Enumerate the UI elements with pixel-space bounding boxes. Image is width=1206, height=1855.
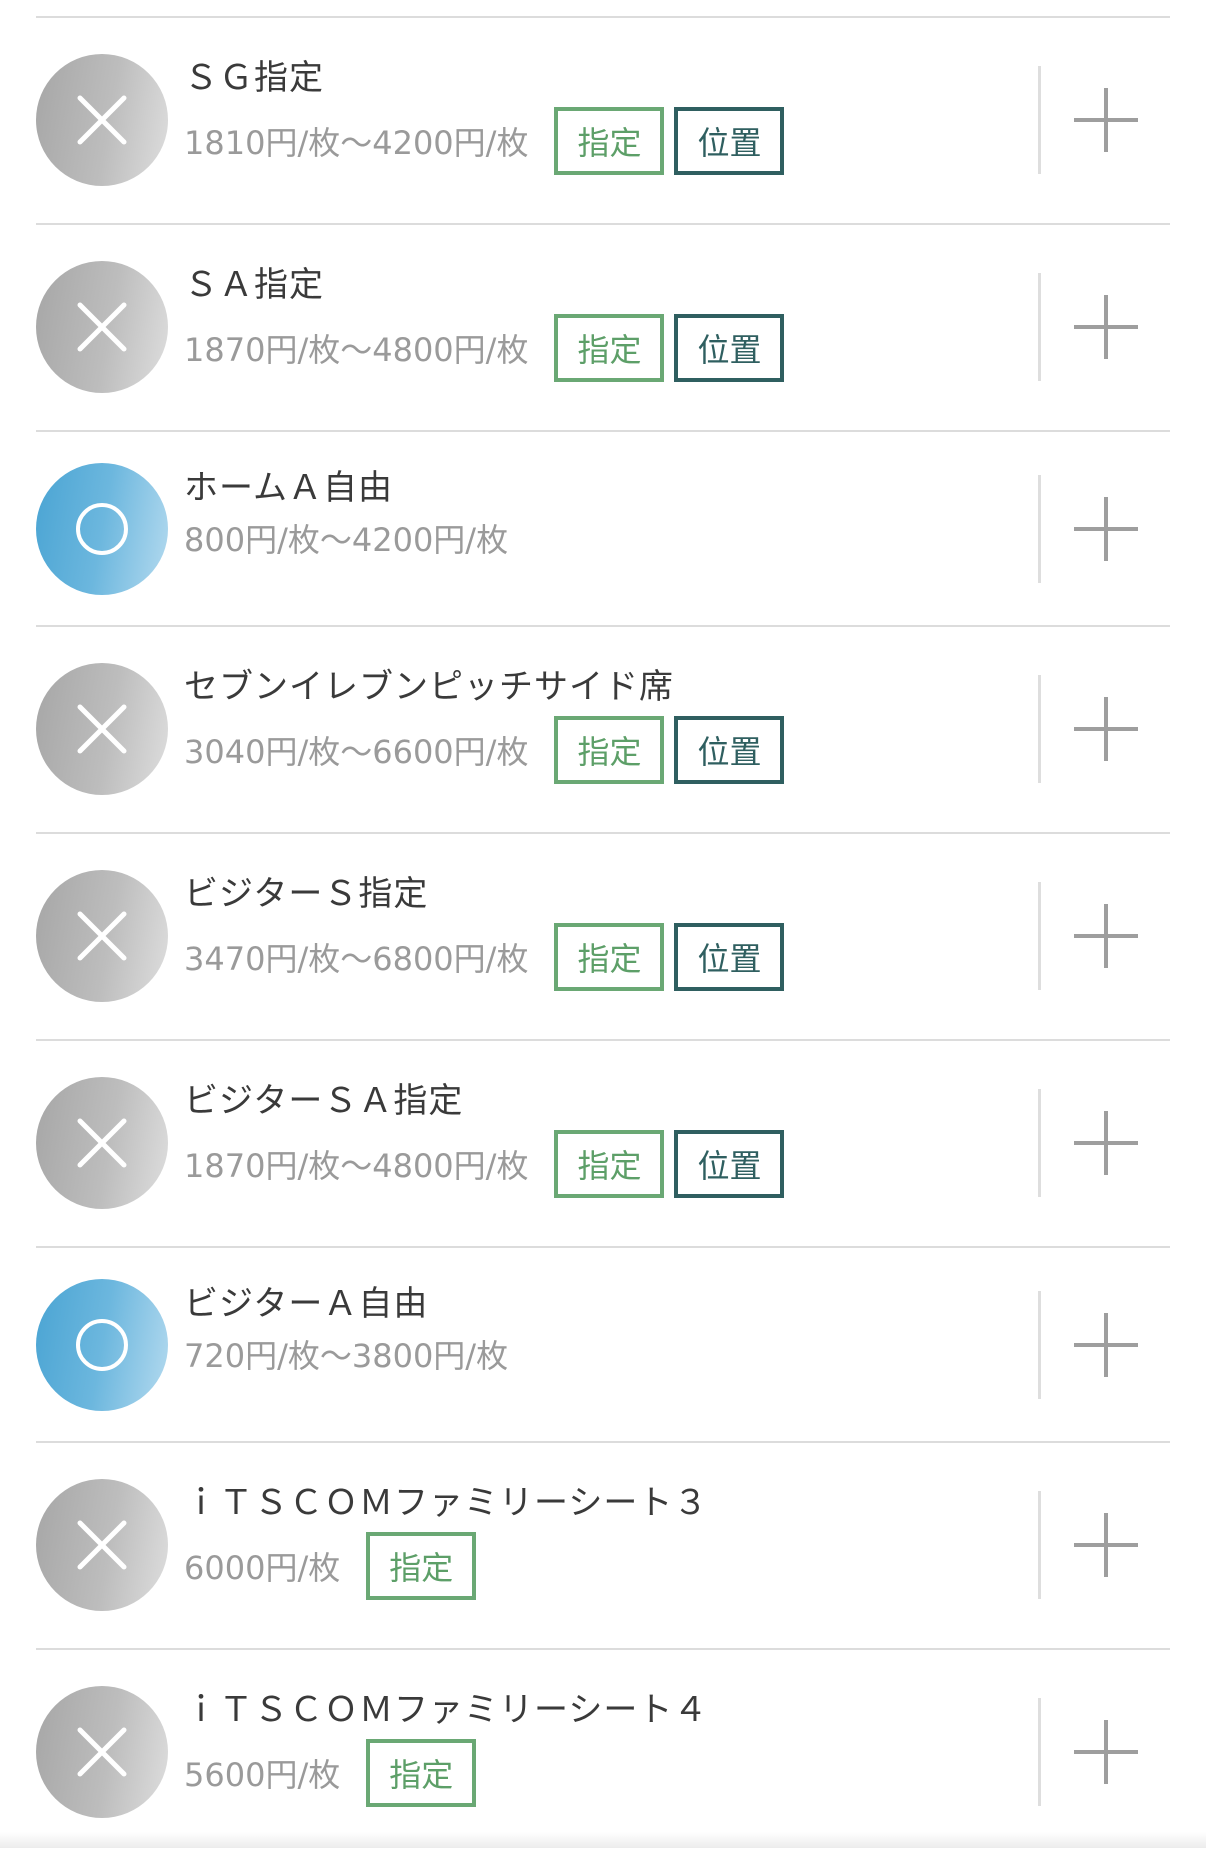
circle-icon [76,503,128,555]
price-range: 5600円/枚 [184,1756,341,1794]
price-line: 1810円/枚〜4200円/枚 指定 位置 [184,107,794,175]
add-ticket-button[interactable] [1072,1311,1140,1379]
price-range: 3470円/枚〜6800円/枚 [184,940,529,978]
row-divider [1038,675,1041,783]
seat-name: ビジターＳＡ指定 [184,1081,464,1121]
row-divider [1038,1698,1041,1806]
price-line: 6000円/枚 指定 [184,1532,486,1600]
row-divider [1038,1089,1041,1197]
reserved-seat-tag[interactable]: 指定 [554,923,665,991]
seat-position-button[interactable]: 位置 [674,107,785,175]
price-line: 3040円/枚〜6600円/枚 指定 位置 [184,716,794,784]
price-range: 800円/枚〜4200円/枚 [184,521,509,559]
seat-name: ビジターＳ指定 [184,874,429,914]
sold-out-status [36,870,168,1002]
sold-out-status [36,1077,168,1209]
row-divider [1038,273,1041,381]
price-line: 3470円/枚〜6800円/枚 指定 位置 [184,923,794,991]
price-range: 6000円/枚 [184,1549,341,1587]
cross-icon [77,1727,127,1777]
cross-icon [77,302,127,352]
seat-name: ｉＴＳＣＯＭファミリーシート３ [184,1483,709,1523]
sold-out-status [36,1686,168,1818]
circle-icon [76,1319,128,1371]
sold-out-status [36,261,168,393]
seat-name: ＳＧ指定 [184,58,324,98]
cross-icon [77,1520,127,1570]
seat-row: ＳＧ指定 1810円/枚〜4200円/枚 指定 位置 [36,16,1170,223]
seat-row: ビジターＡ自由 720円/枚〜3800円/枚 [36,1246,1170,1441]
seat-row: ビジターＳ指定 3470円/枚〜6800円/枚 指定 位置 [36,832,1170,1039]
add-ticket-button[interactable] [1072,1109,1140,1177]
plus-icon [1074,497,1138,561]
seat-row: ｉＴＳＣＯＭファミリーシート４ 5600円/枚 指定 [36,1648,1170,1855]
seat-position-button[interactable]: 位置 [674,716,785,784]
seat-row: ｉＴＳＣＯＭファミリーシート３ 6000円/枚 指定 [36,1441,1170,1648]
plus-icon [1074,295,1138,359]
seat-position-button[interactable]: 位置 [674,923,785,991]
seat-list: ＳＧ指定 1810円/枚〜4200円/枚 指定 位置 ＳＡ指定 1870円/枚〜4800円… [36,16,1170,1855]
plus-icon [1074,697,1138,761]
seat-row: ＳＡ指定 1870円/枚〜4800円/枚 指定 位置 [36,223,1170,430]
price-line: 5600円/枚 指定 [184,1739,486,1807]
seat-row: ビジターＳＡ指定 1870円/枚〜4800円/枚 指定 位置 [36,1039,1170,1246]
plus-icon [1074,1513,1138,1577]
add-ticket-button[interactable] [1072,86,1140,154]
price-range: 3040円/枚〜6600円/枚 [184,733,529,771]
seat-name: セブンイレブンピッチサイド席 [184,667,674,707]
add-ticket-button[interactable] [1072,695,1140,763]
plus-icon [1074,88,1138,152]
seat-row: セブンイレブンピッチサイド席 3040円/枚〜6600円/枚 指定 位置 [36,625,1170,832]
seat-name: ホームＡ自由 [184,468,393,508]
price-line: 1870円/枚〜4800円/枚 指定 位置 [184,314,794,382]
seat-name: ビジターＡ自由 [184,1284,429,1324]
add-ticket-button[interactable] [1072,902,1140,970]
reserved-seat-tag[interactable]: 指定 [366,1739,477,1807]
add-ticket-button[interactable] [1072,1718,1140,1786]
seat-name: ｉＴＳＣＯＭファミリーシート４ [184,1690,709,1730]
cross-icon [77,95,127,145]
cross-icon [77,1118,127,1168]
add-ticket-button[interactable] [1072,293,1140,361]
cross-icon [77,911,127,961]
price-range: 1870円/枚〜4800円/枚 [184,331,529,369]
bottom-edge-shadow [0,1832,1206,1848]
plus-icon [1074,1720,1138,1784]
seat-position-button[interactable]: 位置 [674,314,785,382]
sold-out-status [36,54,168,186]
add-ticket-button[interactable] [1072,495,1140,563]
price-range: 1870円/枚〜4800円/枚 [184,1147,529,1185]
reserved-seat-tag[interactable]: 指定 [554,107,665,175]
reserved-seat-tag[interactable]: 指定 [554,716,665,784]
row-divider [1038,882,1041,990]
seat-row: ホームＡ自由 800円/枚〜4200円/枚 [36,430,1170,625]
price-range: 1810円/枚〜4200円/枚 [184,124,529,162]
row-divider [1038,475,1041,583]
cross-icon [77,704,127,754]
reserved-seat-tag[interactable]: 指定 [554,1130,665,1198]
plus-icon [1074,904,1138,968]
plus-icon [1074,1111,1138,1175]
add-ticket-button[interactable] [1072,1511,1140,1579]
row-divider [1038,1291,1041,1399]
seat-name: ＳＡ指定 [184,265,324,305]
sold-out-status [36,663,168,795]
reserved-seat-tag[interactable]: 指定 [554,314,665,382]
seat-position-button[interactable]: 位置 [674,1130,785,1198]
price-line: 1870円/枚〜4800円/枚 指定 位置 [184,1130,794,1198]
plus-icon [1074,1313,1138,1377]
row-divider [1038,66,1041,174]
available-status [36,463,168,595]
price-line: 800円/枚〜4200円/枚 [184,504,534,572]
reserved-seat-tag[interactable]: 指定 [366,1532,477,1600]
row-divider [1038,1491,1041,1599]
available-status [36,1279,168,1411]
sold-out-status [36,1479,168,1611]
price-line: 720円/枚〜3800円/枚 [184,1320,534,1388]
price-range: 720円/枚〜3800円/枚 [184,1337,509,1375]
